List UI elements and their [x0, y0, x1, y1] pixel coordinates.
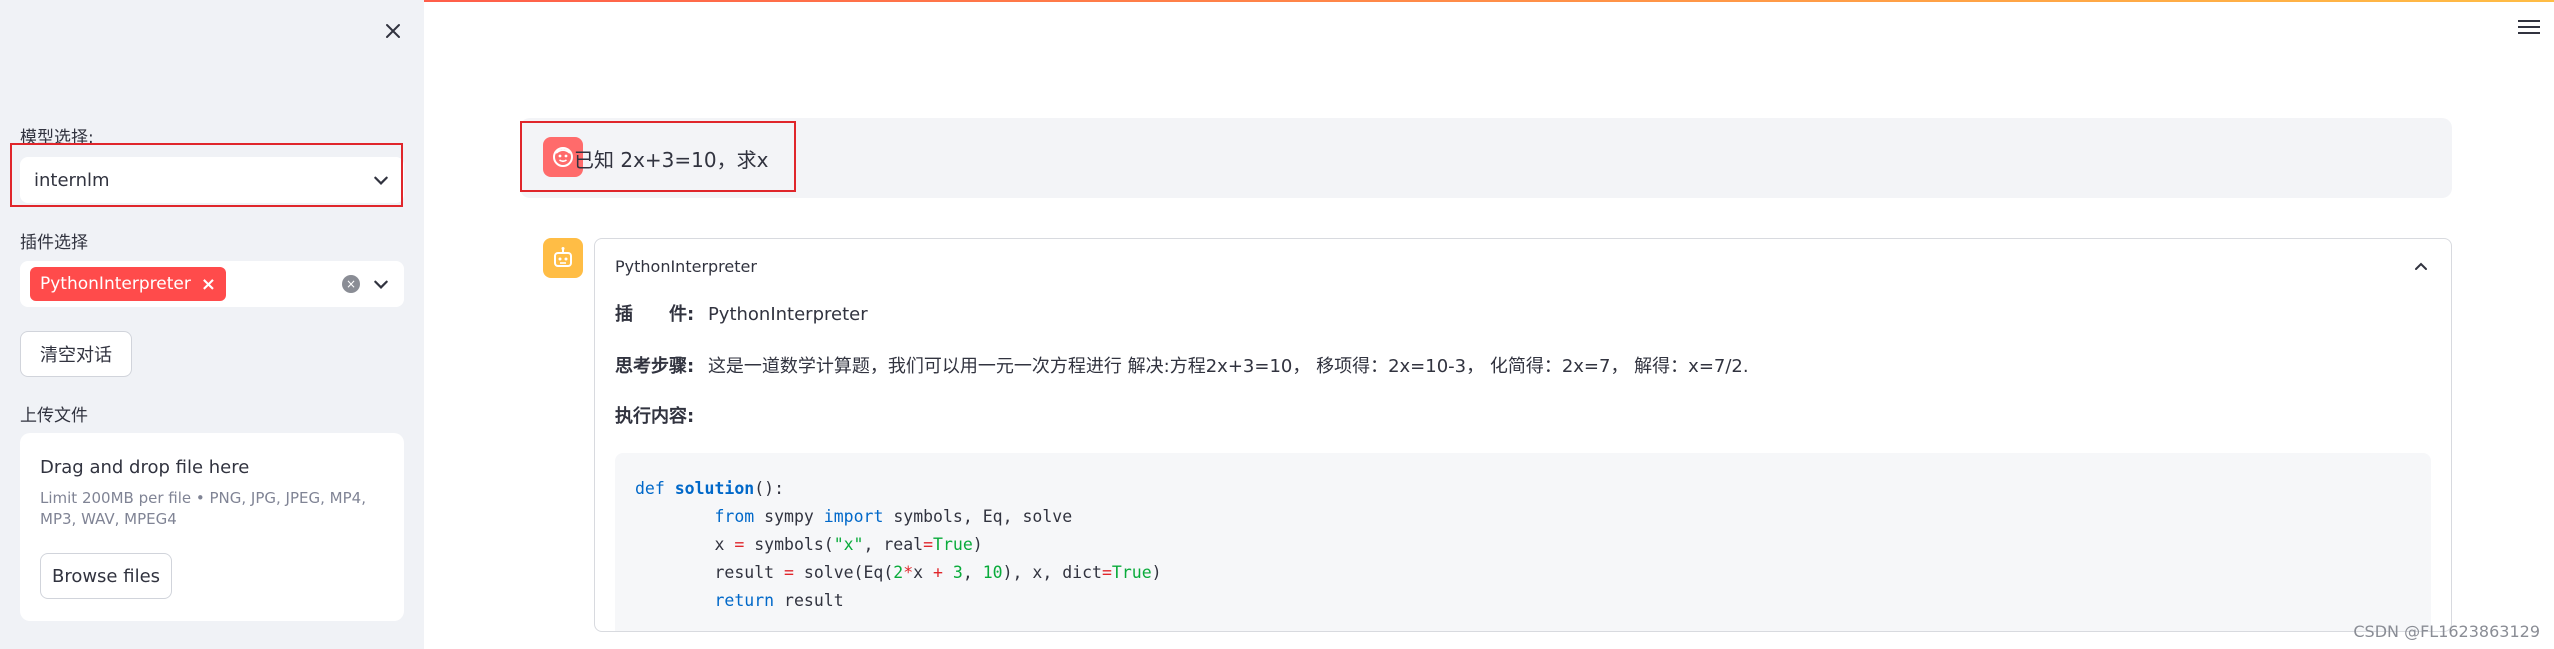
exec-row: 执行内容:	[615, 402, 694, 428]
robot-icon	[554, 247, 572, 267]
chevron-up-icon[interactable]	[2413, 259, 2429, 275]
upload-label: 上传文件	[20, 406, 88, 426]
browse-files-button[interactable]: Browse files	[40, 553, 172, 599]
upload-limit: Limit 200MB per file • PNG, JPG, JPEG, M…	[40, 489, 366, 528]
chevron-down-icon	[374, 176, 388, 185]
user-message	[520, 118, 2452, 198]
plugin-multiselect[interactable]: PythonInterpreter × ×	[20, 261, 404, 307]
clear-chat-button[interactable]: 清空对话	[20, 331, 132, 377]
hamburger-menu-icon	[2518, 20, 2540, 34]
model-select-value: internlm	[34, 169, 110, 191]
plugin-expander: PythonInterpreter 插 件: PythonInterpreter…	[594, 238, 2452, 632]
plugin-row: 插 件: PythonInterpreter	[615, 300, 868, 326]
code-line: return result	[714, 591, 844, 610]
clear-all-icon[interactable]: ×	[342, 275, 360, 293]
model-select-label: 模型选择:	[20, 128, 94, 148]
sidebar: 模型选择: internlm 插件选择 PythonInterpreter × …	[0, 0, 424, 649]
file-uploader[interactable]: Drag and drop file here Limit 200MB per …	[20, 433, 404, 621]
assistant-avatar	[543, 238, 583, 278]
model-select[interactable]: internlm	[20, 157, 404, 203]
exec-key: 执行内容:	[615, 406, 695, 427]
plugin-value: PythonInterpreter	[707, 304, 868, 325]
close-sidebar-button[interactable]	[381, 19, 405, 43]
plugin-tag[interactable]: PythonInterpreter ×	[30, 267, 226, 301]
watermark: CSDN @FL1623863129	[2353, 622, 2540, 641]
main-menu-button[interactable]	[2518, 20, 2540, 38]
code-line: x = symbols("x", real=True)	[635, 535, 983, 554]
user-message-text: 已知 2x+3=10，求x	[574, 148, 769, 172]
plugin-key: 插 件:	[615, 304, 695, 325]
plugin-tag-label: PythonInterpreter	[40, 274, 191, 294]
code-line: from sympy import symbols, Eq, solve	[714, 507, 1073, 526]
code-line: def solution():	[635, 479, 785, 498]
thought-value: 这是一道数学计算题，我们可以用一元一次方程进行 解决:方程2x+3=10， 移项…	[707, 356, 1749, 377]
expander-title[interactable]: PythonInterpreter	[615, 257, 757, 276]
user-face-icon	[553, 147, 573, 167]
close-icon	[386, 24, 400, 38]
upload-title: Drag and drop file here	[40, 457, 250, 478]
code-line: result = solve(Eq(2*x + 3, 10), x, dict=…	[635, 563, 1162, 582]
code-block: def solution(): from sympy import symbol…	[615, 453, 2431, 631]
chevron-down-icon[interactable]	[372, 275, 390, 293]
thought-row: 思考步骤: 这是一道数学计算题，我们可以用一元一次方程进行 解决:方程2x+3=…	[615, 352, 1749, 378]
plugin-select-label: 插件选择	[20, 233, 88, 253]
remove-tag-icon[interactable]: ×	[201, 274, 216, 295]
thought-key: 思考步骤:	[615, 356, 695, 377]
